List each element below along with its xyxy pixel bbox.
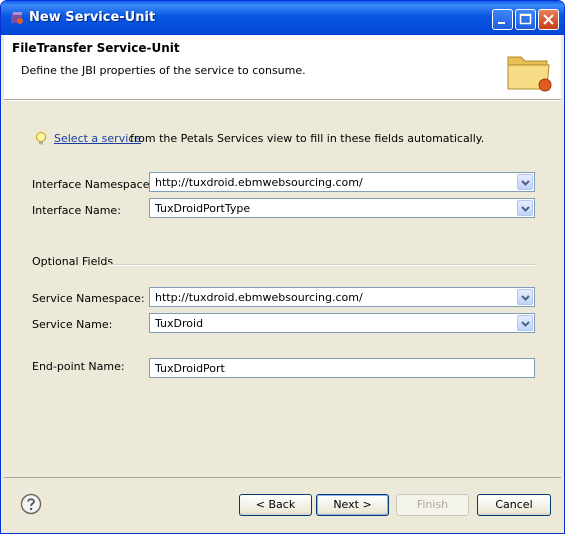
interface-namespace-label: Interface Namespace: xyxy=(32,178,154,191)
minimize-button[interactable] xyxy=(492,9,513,30)
interface-name-value: TuxDroidPortType xyxy=(155,202,251,215)
window-title: New Service-Unit xyxy=(29,10,156,25)
finish-button[interactable]: Finish xyxy=(396,494,469,516)
service-namespace-label: Service Namespace: xyxy=(32,292,145,305)
chevron-down-icon xyxy=(521,321,530,327)
interface-name-combo[interactable]: TuxDroidPortType xyxy=(149,198,535,218)
select-service-link[interactable]: Select a service xyxy=(54,132,141,145)
interface-namespace-dropdown[interactable] xyxy=(517,174,533,190)
service-name-label: Service Name: xyxy=(32,318,113,331)
endpoint-name-value: TuxDroidPort xyxy=(155,362,225,375)
maximize-icon xyxy=(519,13,532,25)
interface-name-dropdown[interactable] xyxy=(517,200,533,216)
title-bar[interactable]: New Service-Unit xyxy=(1,1,564,35)
minimize-icon xyxy=(498,22,505,24)
wizard-header: FileTransfer Service-Unit Define the JBI… xyxy=(4,35,561,99)
close-button[interactable] xyxy=(538,9,559,30)
interface-namespace-combo[interactable]: http://tuxdroid.ebmwebsourcing.com/ xyxy=(149,172,535,192)
page-description: Define the JBI properties of the service… xyxy=(21,64,306,77)
page-title: FileTransfer Service-Unit xyxy=(12,41,180,55)
interface-namespace-value: http://tuxdroid.ebmwebsourcing.com/ xyxy=(155,176,363,189)
wizard-body: Select a service from the Petals Service… xyxy=(4,101,561,477)
next-button[interactable]: Next > xyxy=(316,494,389,516)
chevron-down-icon xyxy=(521,206,530,212)
service-name-combo[interactable]: TuxDroid xyxy=(149,313,535,333)
app-icon xyxy=(11,12,23,24)
lightbulb-icon xyxy=(36,132,46,145)
folder-icon xyxy=(507,56,552,92)
service-name-value: TuxDroid xyxy=(155,317,204,330)
help-icon[interactable] xyxy=(20,493,42,515)
optional-fields-divider xyxy=(108,264,535,266)
hint-text: from the Petals Services view to fill in… xyxy=(130,132,485,145)
wizard-footer: < Back Next > Finish Cancel xyxy=(4,478,561,530)
close-icon xyxy=(543,14,554,25)
service-namespace-combo[interactable]: http://tuxdroid.ebmwebsourcing.com/ xyxy=(149,287,535,307)
cancel-button[interactable]: Cancel xyxy=(477,494,551,516)
endpoint-name-label: End-point Name: xyxy=(32,360,125,373)
endpoint-name-field[interactable]: TuxDroidPort xyxy=(149,358,535,378)
back-button[interactable]: < Back xyxy=(239,494,312,516)
wizard-window: New Service-Unit FileTransfer Service-Un… xyxy=(0,0,565,534)
interface-name-label: Interface Name: xyxy=(32,204,121,217)
service-namespace-value: http://tuxdroid.ebmwebsourcing.com/ xyxy=(155,291,363,304)
service-namespace-dropdown[interactable] xyxy=(517,289,533,305)
chevron-down-icon xyxy=(521,295,530,301)
optional-fields-label: Optional Fields xyxy=(32,255,114,268)
chevron-down-icon xyxy=(521,180,530,186)
maximize-button[interactable] xyxy=(515,9,536,30)
service-name-dropdown[interactable] xyxy=(517,315,533,331)
